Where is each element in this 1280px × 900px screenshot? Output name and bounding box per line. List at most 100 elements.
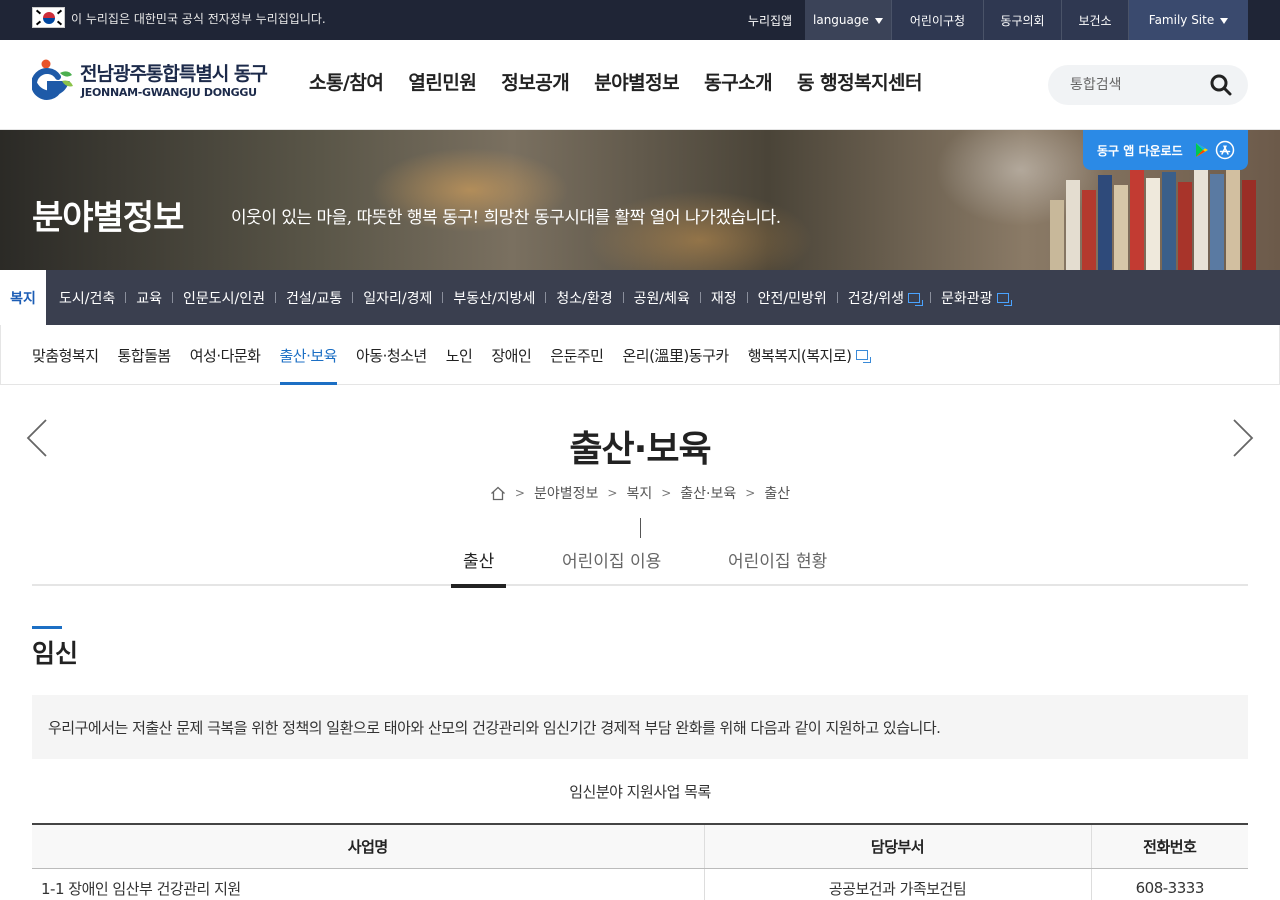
content-tabs: 출산 어린이집 이용 어린이집 현황: [32, 540, 1248, 588]
sub-tab-disabled[interactable]: 장애인: [491, 325, 531, 385]
category-tab-list: 도시/건축 교육 인문도시/인권 건설/교통 일자리/경제 부동산/지방세 청소…: [59, 270, 1012, 325]
intro-text: 우리구에서는 저출산 문제 극복을 위한 정책의 일환으로 태아와 산모의 건강…: [48, 718, 941, 737]
page-title: 출산·보육: [569, 429, 711, 470]
new-window-icon: [996, 292, 1012, 306]
tab-separator: [622, 292, 624, 303]
table-header-program: 사업명: [32, 823, 705, 869]
category-tab-real-estate[interactable]: 부동산/지방세: [453, 288, 535, 308]
chevron-right-icon: >: [607, 486, 618, 500]
tab-separator: [545, 292, 547, 303]
sub-tab-integrated-care[interactable]: 통합돌봄: [118, 325, 172, 385]
sub-tab-childbirth-childcare[interactable]: 출산·보육: [279, 325, 337, 385]
gnb-item-info-disclosure[interactable]: 정보공개: [501, 68, 569, 95]
table-cell-department: 공공보건과 가족보건팀: [704, 868, 1092, 900]
category-tab-construction[interactable]: 건설/교통: [286, 288, 342, 308]
children-office-link[interactable]: 어린이구청: [891, 0, 983, 40]
tab-separator: [930, 292, 932, 303]
language-select[interactable]: language: [805, 0, 891, 40]
family-site-select[interactable]: Family Site: [1128, 0, 1248, 40]
category-tab-label: 안전/민방위: [757, 290, 827, 307]
table-cell-program[interactable]: 1-1 장애인 임산부 건강관리 지원: [32, 868, 705, 900]
gnb-item-welfare-center[interactable]: 동 행정복지센터: [797, 68, 922, 95]
app-download-button[interactable]: 동구 앱 다운로드: [1083, 130, 1248, 170]
new-window-icon: [908, 292, 924, 306]
caret-down-icon: [874, 18, 883, 24]
tab-separator: [352, 292, 354, 303]
home-icon[interactable]: [490, 486, 506, 501]
category-tab-health[interactable]: 건강/위생: [847, 288, 924, 308]
main-navigation: 소통/참여 열린민원 정보공개 분야별정보 동구소개 동 행정복지센터: [309, 68, 947, 95]
chevron-right-icon: >: [745, 486, 756, 500]
korea-flag-icon: [32, 7, 65, 28]
category-tab-label: 교육: [136, 290, 163, 307]
language-label: language: [813, 13, 869, 27]
category-tab-parks[interactable]: 공원/체육: [634, 288, 690, 308]
sub-tab-list: 맞춤형복지 통합돌봄 여성·다문화 출산·보육 아동·청소년 노인 장애인 은둔…: [32, 325, 887, 385]
sub-tab-onri-card[interactable]: 온리(溫里)동구카: [622, 325, 729, 385]
breadcrumb-item[interactable]: 복지: [626, 483, 652, 503]
category-tab-city[interactable]: 도시/건축: [59, 288, 115, 308]
council-link[interactable]: 동구의회: [983, 0, 1061, 40]
sub-tab-reclusive-residents[interactable]: 은둔주민: [550, 325, 604, 385]
category-tab-jobs[interactable]: 일자리/경제: [363, 288, 432, 308]
gov-bar: 이 누리집은 대한민국 공식 전자정부 누리집입니다. 누리집앱 languag…: [0, 0, 1280, 40]
chevron-right-icon: >: [661, 486, 672, 500]
sub-tab-children-youth[interactable]: 아동·청소년: [356, 325, 427, 385]
gov-notice: 이 누리집은 대한민국 공식 전자정부 누리집입니다.: [71, 12, 326, 26]
category-tab-humanities[interactable]: 인문도시/인권: [183, 288, 265, 308]
tab-separator: [699, 292, 701, 303]
category-tab-education[interactable]: 교육: [136, 288, 162, 308]
search-box: [1048, 65, 1248, 105]
site-logo[interactable]: 전남광주통합특별시 동구 JEONNAM-GWANGJU DONGGU: [32, 55, 277, 105]
category-tab-label: 문화관광: [941, 290, 993, 307]
search-input[interactable]: [1070, 75, 1200, 95]
tab-separator: [442, 292, 444, 303]
content-tab-daycare-use[interactable]: 어린이집 이용: [562, 547, 661, 586]
gov-links: 누리집앱 language 어린이구청 동구의회 보건소 Family Site: [735, 0, 1248, 40]
intro-box: 우리구에서는 저출산 문제 극복을 위한 정책의 일환으로 태아와 산모의 건강…: [32, 695, 1248, 759]
page-banner: 분야별정보 이웃이 있는 마을, 따뜻한 행복 동구! 희망찬 동구시대를 활짝…: [0, 130, 1280, 270]
sub-tab-bokjiro[interactable]: 행복복지(복지로): [748, 325, 871, 385]
content-tab-daycare-status[interactable]: 어린이집 현황: [728, 547, 827, 586]
category-tab-bar: 복지 도시/건축 교육 인문도시/인권 건설/교통 일자리/경제 부동산/지방세…: [0, 270, 1280, 325]
new-window-icon: [855, 350, 871, 363]
table-header-department: 담당부서: [704, 823, 1092, 869]
category-tab-label: 청소/환경: [556, 290, 613, 307]
breadcrumb-item-current: 출산: [764, 486, 791, 502]
tab-separator: [836, 292, 838, 303]
gnb-item-civil-service[interactable]: 열린민원: [408, 68, 476, 95]
tab-separator: [275, 292, 277, 303]
section-accent-line: [32, 626, 62, 629]
search-icon[interactable]: [1210, 74, 1232, 96]
site-header: 전남광주통합특별시 동구 JEONNAM-GWANGJU DONGGU 소통/참…: [0, 40, 1280, 130]
category-tab-welfare[interactable]: 복지: [0, 270, 46, 325]
category-tab-environment[interactable]: 청소/환경: [556, 288, 612, 308]
category-tab-label: 인문도시/인권: [183, 290, 266, 307]
donggu-logo-icon: [32, 59, 73, 100]
app-link[interactable]: 누리집앱: [735, 0, 805, 40]
family-site-label: Family Site: [1148, 13, 1215, 27]
breadcrumb: > 분야별정보 > 복지 > 출산·보육 > 출산: [0, 483, 1280, 503]
table-cell-phone: 608-3333: [1091, 868, 1248, 900]
app-store-icon: [1215, 140, 1235, 160]
caret-down-icon: [1220, 18, 1229, 24]
content-tab-birth[interactable]: 출산: [450, 547, 507, 588]
gnb-item-communication[interactable]: 소통/참여: [309, 68, 384, 95]
breadcrumb-item[interactable]: 출산·보육: [680, 483, 736, 503]
category-tab-safety[interactable]: 안전/민방위: [758, 288, 827, 308]
tab-separator: [172, 292, 174, 303]
gnb-item-about-donggu[interactable]: 동구소개: [704, 68, 772, 95]
google-play-icon: [1196, 143, 1208, 157]
category-tab-label: 건강/위생: [847, 290, 905, 307]
breadcrumb-item[interactable]: 분야별정보: [534, 483, 598, 503]
gnb-item-field-info[interactable]: 분야별정보: [594, 68, 679, 95]
health-center-link[interactable]: 보건소: [1061, 0, 1128, 40]
table-header-row: 사업명 담당부서 전화번호: [32, 823, 1248, 869]
sub-tab-women-multicultural[interactable]: 여성·다문화: [190, 325, 261, 385]
support-program-table: 사업명 담당부서 전화번호 1-1 장애인 임산부 건강관리 지원 공공보건과 …: [32, 823, 1248, 900]
sub-tab-custom-welfare[interactable]: 맞춤형복지: [32, 325, 99, 385]
app-download-label: 동구 앱 다운로드: [1097, 143, 1183, 158]
category-tab-finance[interactable]: 재정: [711, 288, 737, 308]
category-tab-culture[interactable]: 문화관광: [941, 288, 1012, 308]
sub-tab-elderly[interactable]: 노인: [446, 325, 473, 385]
